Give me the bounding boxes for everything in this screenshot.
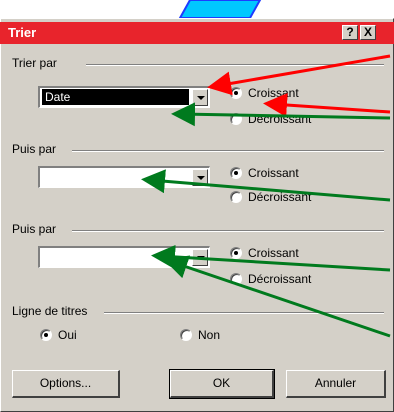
dialog-title: Trier bbox=[8, 25, 37, 40]
sort-by-label: Trier par bbox=[12, 56, 57, 70]
then-by-1-divider bbox=[72, 150, 384, 152]
sort-by-ascending-label: Croissant bbox=[248, 86, 299, 100]
options-button[interactable]: Options... bbox=[12, 370, 120, 398]
then-by-1-label: Puis par bbox=[12, 142, 57, 156]
ok-button[interactable]: OK bbox=[169, 369, 275, 399]
radio-unchecked-icon bbox=[180, 329, 192, 341]
header-row-no-label: Non bbox=[198, 328, 221, 342]
help-button[interactable]: ? bbox=[342, 25, 358, 40]
radio-checked-icon bbox=[230, 87, 242, 99]
radio-unchecked-icon bbox=[230, 191, 242, 203]
sort-dialog bbox=[0, 18, 394, 412]
radio-unchecked-icon bbox=[230, 273, 242, 285]
then-by-2-combo[interactable] bbox=[38, 246, 210, 268]
then-by-2-label: Puis par bbox=[12, 222, 57, 236]
then-by-1-combo[interactable] bbox=[38, 166, 210, 188]
sort-by-value: Date bbox=[42, 89, 189, 105]
then-by-1-value bbox=[42, 169, 48, 185]
chevron-down-icon[interactable] bbox=[192, 169, 208, 186]
radio-checked-icon bbox=[230, 247, 242, 259]
then-by-1-descending-label: Décroissant bbox=[248, 190, 312, 204]
then-by-1-ascending-label: Croissant bbox=[248, 166, 299, 180]
sort-by-descending-label: Décroissant bbox=[248, 112, 312, 126]
cancel-button[interactable]: Annuler bbox=[286, 370, 386, 398]
chevron-down-icon[interactable] bbox=[192, 249, 208, 266]
close-button[interactable]: X bbox=[360, 25, 376, 40]
title-bar: Trier ? X bbox=[0, 22, 394, 44]
header-row-yes-label: Oui bbox=[58, 328, 77, 342]
header-row-label: Ligne de titres bbox=[12, 304, 88, 318]
radio-checked-icon bbox=[230, 167, 242, 179]
sort-by-combo[interactable]: Date bbox=[38, 86, 210, 108]
radio-checked-icon bbox=[40, 329, 52, 341]
then-by-2-divider bbox=[72, 230, 384, 232]
then-by-2-ascending-label: Croissant bbox=[248, 246, 299, 260]
sort-by-divider bbox=[86, 64, 384, 66]
then-by-2-descending-label: Décroissant bbox=[248, 272, 312, 286]
chevron-down-icon[interactable] bbox=[192, 89, 208, 106]
then-by-2-value bbox=[42, 249, 48, 265]
header-row-divider bbox=[104, 312, 384, 314]
radio-unchecked-icon bbox=[230, 113, 242, 125]
